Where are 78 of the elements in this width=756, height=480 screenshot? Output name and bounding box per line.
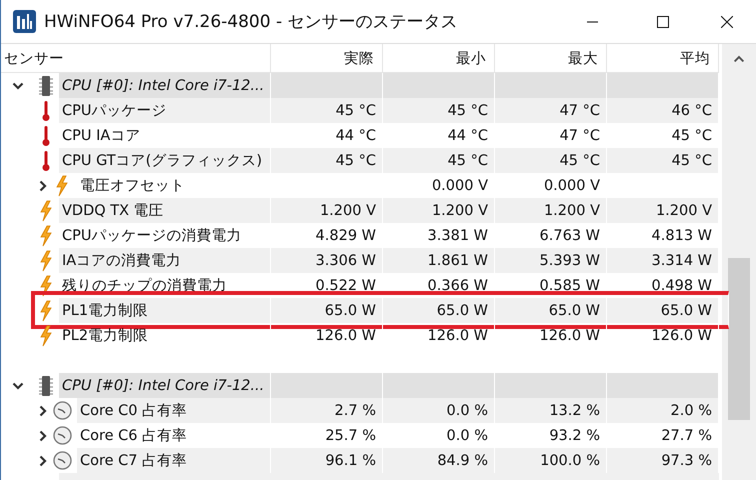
table-cell: 45 °C [271, 148, 383, 173]
column-header[interactable]: 実際 [271, 44, 383, 72]
chevron-icon[interactable] [39, 404, 47, 416]
table-cell: 126.0 W [495, 323, 607, 348]
maximize-icon[interactable] [657, 16, 669, 28]
table-cell: 65.0 W [383, 298, 495, 323]
table-cell: 97.3 % [607, 448, 719, 473]
column-header[interactable]: 平均 [607, 44, 719, 72]
table-cell: 100.0 % [495, 448, 607, 473]
table-cell: 1.861 W [383, 248, 495, 273]
table-cell: 1.200 V [495, 198, 607, 223]
table-cell: 0.0 % [383, 398, 495, 423]
table-cell: 126.0 W [271, 323, 383, 348]
table-cell: 1.200 V [271, 198, 383, 223]
table-cell: 45 °C [383, 98, 495, 123]
chevron-icon[interactable] [39, 430, 47, 442]
table-cell: 3.306 W [271, 248, 383, 273]
app-logo-icon [13, 10, 36, 33]
column-header[interactable]: センサー [1, 44, 271, 72]
chevron-icon[interactable] [12, 82, 24, 90]
table-cell: 65.0 W [495, 298, 607, 323]
column-header[interactable]: 最大 [495, 44, 607, 72]
scrollbar[interactable] [722, 44, 756, 480]
lightning-icon [39, 250, 53, 272]
thermometer-icon [41, 150, 51, 172]
lightning-icon [39, 224, 53, 246]
sensor-label[interactable]: CPU IAコア [59, 123, 270, 148]
scrollbar-thumb[interactable] [728, 258, 750, 420]
lightning-icon [39, 324, 53, 346]
table-cell: 1.200 V [607, 198, 719, 223]
close-icon[interactable] [721, 16, 733, 28]
table-cell: 46 °C [607, 98, 719, 123]
thermometer-icon [41, 100, 51, 122]
sensor-label[interactable]: IAコアの消費電力 [59, 248, 270, 273]
table-cell: 45 °C [607, 148, 719, 173]
chevron-icon[interactable] [39, 454, 47, 466]
window-title: HWiNFO64 Pro v7.26-4800 - センサーのステータス [44, 11, 458, 33]
sensor-label[interactable]: Core C6 占有率 [77, 423, 270, 448]
sensor-label[interactable]: CPUパッケージの消費電力 [59, 223, 270, 248]
table-cell: 45 °C [271, 98, 383, 123]
table-cell: 126.0 W [607, 323, 719, 348]
lightning-icon [39, 200, 53, 222]
column-header[interactable]: 最小 [383, 44, 495, 72]
table-cell: 65.0 W [607, 298, 719, 323]
clock-icon [52, 451, 72, 470]
clock-icon [52, 426, 72, 445]
lightning-icon [39, 274, 53, 296]
chip-icon [39, 374, 53, 396]
chevron-icon[interactable] [39, 180, 47, 192]
sensor-label[interactable]: VDDQ TX 電圧 [59, 198, 270, 223]
sensor-label[interactable]: PL2電力制限 [59, 323, 270, 348]
group-label[interactable]: CPU [#0]: Intel Core i7-12... [59, 373, 270, 398]
table-cell: 3.314 W [607, 248, 719, 273]
table-cell: 5.393 W [495, 248, 607, 273]
sensor-label[interactable]: 電圧オフセット [77, 173, 270, 198]
clock-icon [52, 401, 72, 420]
table-cell: 13.2 % [495, 398, 607, 423]
table-cell: 1.200 V [383, 198, 495, 223]
sensor-label[interactable]: CPU GTコア(グラフィックス) [59, 148, 270, 173]
table-cell: 47 °C [495, 98, 607, 123]
sensor-label[interactable]: PL1電力制限 [59, 298, 270, 323]
sensor-label[interactable]: Core C0 占有率 [77, 398, 270, 423]
chip-icon [39, 74, 53, 96]
table-cell: 126.0 W [383, 323, 495, 348]
table-cell: 96.1 % [271, 448, 383, 473]
table-cell: 2.0 % [607, 398, 719, 423]
chevron-icon[interactable] [12, 382, 24, 390]
thermometer-icon [41, 124, 51, 146]
table-cell: 84.9 % [383, 448, 495, 473]
table-cell: 45 °C [383, 148, 495, 173]
table-cell: 45 °C [495, 148, 607, 173]
group-label[interactable]: CPU [#0]: Intel Core i7-12... [59, 73, 270, 98]
lightning-icon [39, 300, 53, 322]
table-cell: 2.7 % [271, 398, 383, 423]
sensor-label[interactable]: Core C7 占有率 [77, 448, 270, 473]
lightning-icon [55, 174, 69, 196]
sensor-label[interactable]: CPUパッケージ [59, 98, 270, 123]
table-cell: 65.0 W [271, 298, 383, 323]
